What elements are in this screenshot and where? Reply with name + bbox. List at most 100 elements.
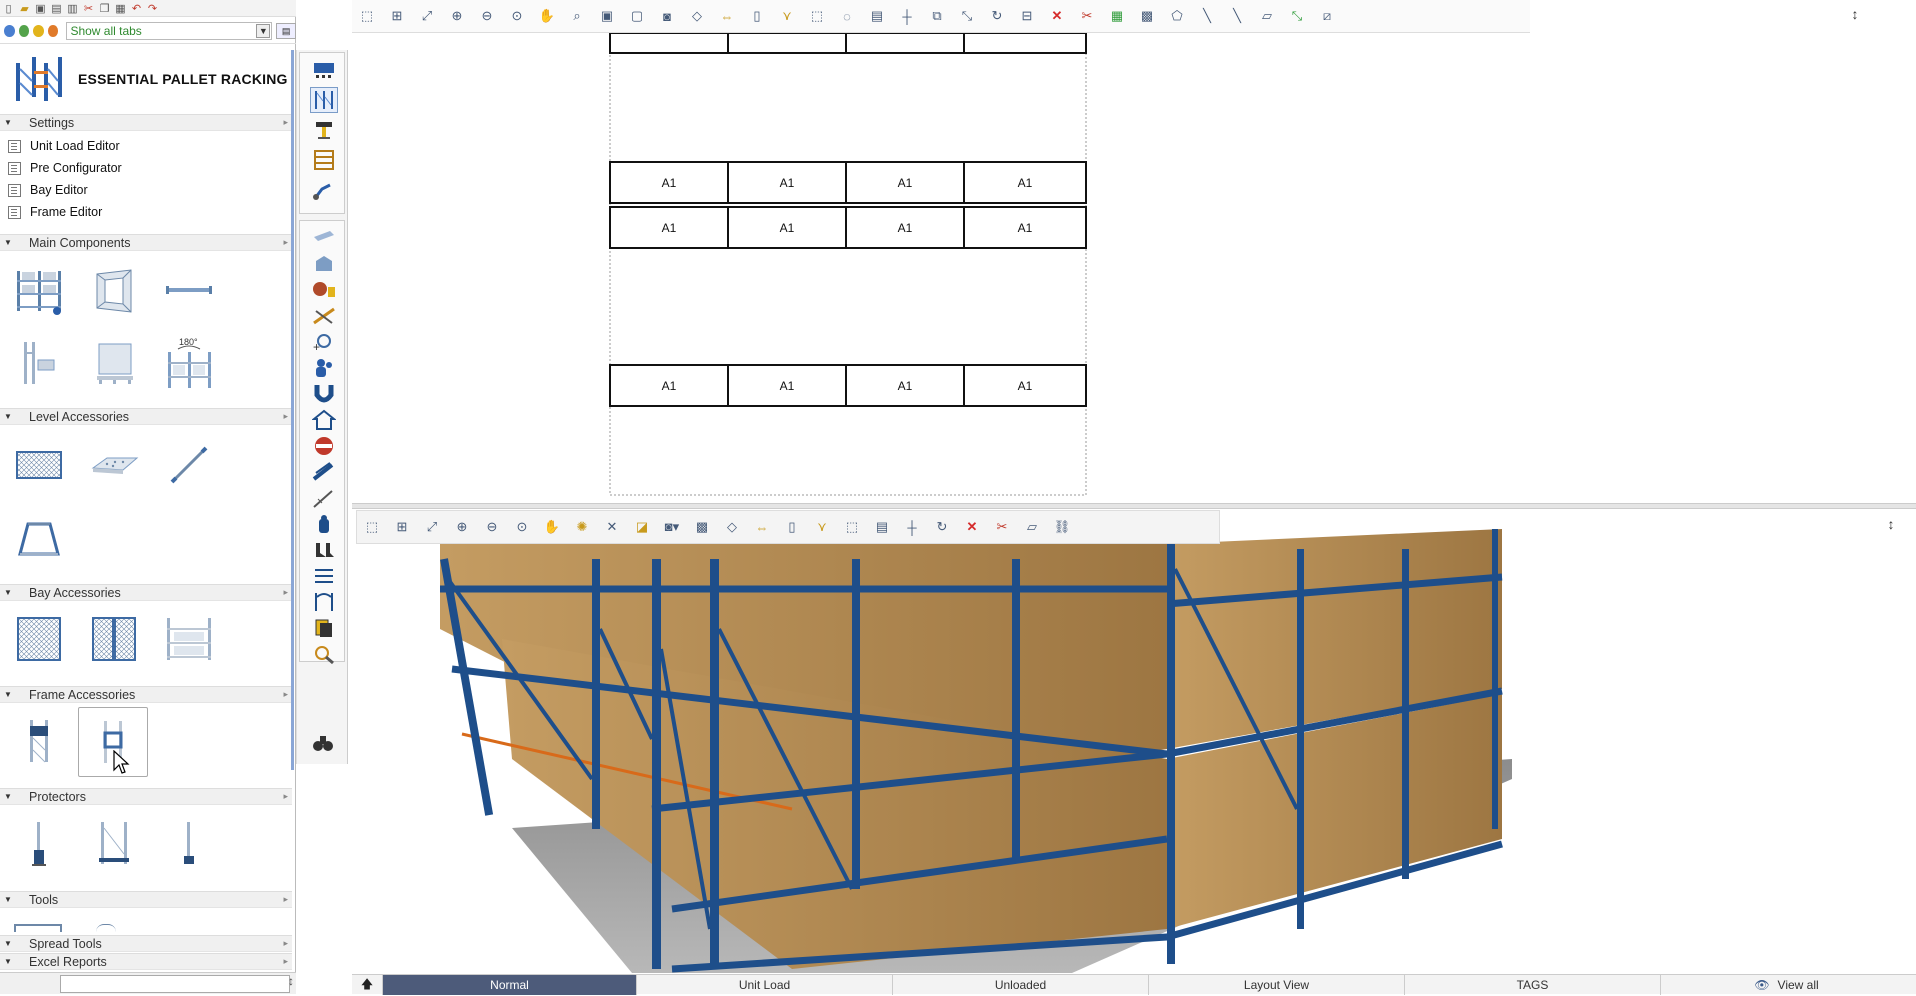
- tabs-select[interactable]: Show all tabs ▼: [66, 21, 273, 40]
- align-icon[interactable]: ⊟: [1012, 4, 1042, 28]
- settings-item-pre-configurator[interactable]: Pre Configurator: [8, 159, 122, 177]
- robot-arm-icon[interactable]: [310, 177, 338, 203]
- select-icon[interactable]: ⬚: [357, 515, 387, 539]
- cross-bar-component[interactable]: [158, 436, 220, 494]
- pin-icon[interactable]: ▸: [283, 894, 288, 905]
- print-preview-icon[interactable]: ▤: [50, 2, 63, 15]
- tool-partial-icon[interactable]: [14, 924, 62, 932]
- stairs-icon[interactable]: [310, 459, 338, 485]
- conveyor-icon[interactable]: [310, 117, 338, 143]
- ruler-icon[interactable]: ▱: [1252, 4, 1282, 28]
- render-icon[interactable]: ▩: [687, 515, 717, 539]
- select-area-icon[interactable]: ⊞: [382, 4, 412, 28]
- ungroup-icon[interactable]: ▩: [1132, 4, 1162, 28]
- zoom-in-icon[interactable]: ⊕: [447, 515, 477, 539]
- walk-icon[interactable]: ◪: [627, 515, 657, 539]
- dimension-tools-icon[interactable]: [310, 303, 338, 329]
- frame-spacer-component[interactable]: [8, 712, 70, 770]
- nav-back-icon[interactable]: [4, 24, 15, 37]
- plan-bay-cell[interactable]: A1: [845, 206, 965, 249]
- status-mode-normal[interactable]: Normal: [382, 975, 636, 995]
- save-icon[interactable]: ▣: [34, 2, 47, 15]
- scale-icon[interactable]: ⤡: [952, 4, 982, 28]
- status-mode-tags[interactable]: TAGS: [1404, 975, 1660, 995]
- bay-shelves-component[interactable]: [158, 610, 220, 668]
- paste-icon[interactable]: ▦: [114, 2, 127, 15]
- plan-bay-cell[interactable]: A1: [963, 161, 1087, 204]
- plan-bay-cell[interactable]: A1: [963, 364, 1087, 407]
- pin-icon[interactable]: ▸: [283, 791, 288, 802]
- camera-icon[interactable]: ◙: [652, 4, 682, 28]
- lasso-alt-icon[interactable]: ◌: [832, 4, 862, 28]
- undo-icon[interactable]: ↶: [130, 2, 143, 15]
- copy-icon[interactable]: ❐: [98, 2, 111, 15]
- plan-view[interactable]: A1 A1 A1 A1 A1 A1 A1 A1 A1 A1 A1 A1: [352, 32, 1916, 503]
- pin-icon[interactable]: ▸: [283, 689, 288, 700]
- cut-to-icon[interactable]: ✂: [987, 515, 1017, 539]
- pin-icon[interactable]: ▸: [283, 411, 288, 422]
- select-icon[interactable]: ⬚: [352, 4, 382, 28]
- arrow-icon[interactable]: ⤡: [1282, 4, 1312, 28]
- section-excel-reports[interactable]: ▼ Excel Reports ▸: [0, 953, 292, 970]
- inspection-icon[interactable]: [310, 641, 338, 667]
- rotate-bay-component[interactable]: 180°: [158, 334, 220, 392]
- print-icon[interactable]: ▥: [66, 2, 79, 15]
- wall-icon[interactable]: [310, 225, 338, 251]
- pallet-support-component[interactable]: [83, 436, 145, 494]
- pin-icon[interactable]: ▸: [283, 587, 288, 598]
- camera-icon[interactable]: ◙▾: [657, 515, 687, 539]
- open-folder-icon[interactable]: ▰: [18, 2, 31, 15]
- nav-forward-icon[interactable]: [18, 24, 30, 37]
- eraser-icon[interactable]: ◇: [717, 515, 747, 539]
- eraser-icon[interactable]: ◇: [682, 4, 712, 28]
- plan-bay-cell[interactable]: A1: [609, 161, 729, 204]
- resize-vertical-icon[interactable]: ↕: [1840, 6, 1870, 26]
- section-tools[interactable]: ▼ Tools ▸: [0, 891, 292, 908]
- chevron-down-icon[interactable]: ▼: [256, 23, 271, 38]
- measure-icon[interactable]: ┼: [897, 515, 927, 539]
- redo-icon[interactable]: ↷: [146, 2, 159, 15]
- beam-component[interactable]: [158, 262, 220, 320]
- cut-icon[interactable]: ✂: [82, 2, 95, 15]
- settings-item-bay-editor[interactable]: Bay Editor: [8, 181, 88, 199]
- side-mesh-component[interactable]: [83, 610, 145, 668]
- resize-vertical-icon[interactable]: ↕: [288, 974, 294, 988]
- pallet-racking-icon[interactable]: [310, 87, 338, 113]
- orbit-icon[interactable]: ✺: [567, 515, 597, 539]
- fit-icon[interactable]: ▣: [592, 4, 622, 28]
- upright-protector-component[interactable]: [8, 814, 70, 872]
- move-icon[interactable]: ⇔: [747, 515, 777, 539]
- home-icon[interactable]: [310, 407, 338, 433]
- lines-icon[interactable]: [310, 563, 338, 589]
- measure-icon[interactable]: ┼: [892, 4, 922, 28]
- plan-bay-cell[interactable]: A1: [727, 364, 847, 407]
- 3d-view[interactable]: [352, 509, 1916, 973]
- upright-component[interactable]: [8, 334, 70, 392]
- shelving-icon[interactable]: [310, 147, 338, 173]
- ladder-icon[interactable]: [310, 485, 338, 511]
- mesh-deck-component[interactable]: [8, 436, 70, 494]
- zoom-selection-icon[interactable]: ⌕: [562, 4, 592, 28]
- pin-icon[interactable]: ▸: [283, 956, 288, 967]
- frame-component[interactable]: [83, 262, 145, 320]
- settings-item-frame-editor[interactable]: Frame Editor: [8, 203, 102, 221]
- binoculars-icon[interactable]: [309, 730, 337, 756]
- arrow-up-icon[interactable]: 🡅: [352, 975, 382, 995]
- tabs-layout-icon[interactable]: ▤: [276, 22, 296, 39]
- nav-up-icon[interactable]: [33, 24, 44, 37]
- line-icon[interactable]: ╲: [1192, 4, 1222, 28]
- drum-support-component[interactable]: [8, 508, 70, 566]
- resize-vertical-icon[interactable]: ↕: [1876, 516, 1906, 536]
- racking-layout-icon[interactable]: [310, 57, 338, 83]
- lasso-icon[interactable]: ⬚: [837, 515, 867, 539]
- footer-input[interactable]: [60, 975, 290, 993]
- rotate-icon[interactable]: ↻: [927, 515, 957, 539]
- zoom-in-icon[interactable]: ⊕: [442, 4, 472, 28]
- section-frame-accessories[interactable]: ▼ Frame Accessories ▸: [0, 686, 292, 703]
- shape-icon[interactable]: ⬠: [1162, 4, 1192, 28]
- pin-icon[interactable]: ▸: [283, 938, 288, 949]
- settings-item-unit-load-editor[interactable]: Unit Load Editor: [8, 137, 120, 155]
- gate-icon[interactable]: [310, 589, 338, 615]
- section-level-accessories[interactable]: ▼ Level Accessories ▸: [0, 408, 292, 425]
- line-alt-icon[interactable]: ╲: [1222, 4, 1252, 28]
